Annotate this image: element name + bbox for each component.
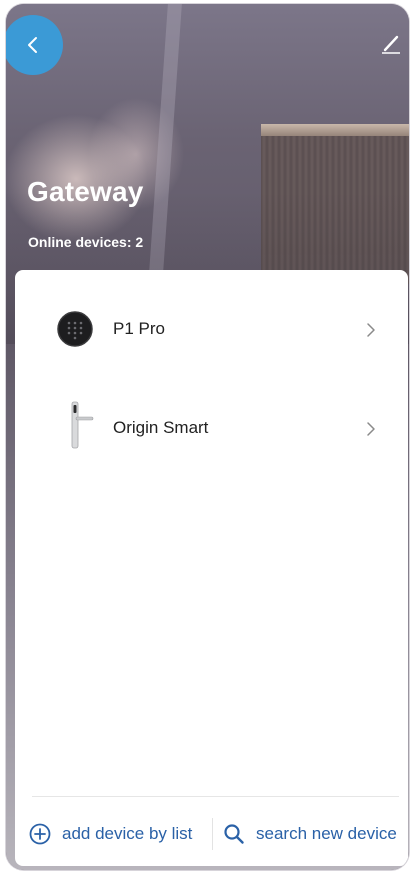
add-device-by-list-button[interactable]: add device by list [29,823,192,845]
page-title: Gateway [27,176,144,207]
keypad-device-icon [57,311,93,347]
device-row-origin-smart[interactable]: Origin Smart [15,394,408,464]
search-new-device-label: search new device [256,824,397,843]
search-new-device-button[interactable]: search new device [223,823,397,845]
chevron-left-icon [28,37,37,53]
edit-button[interactable] [379,28,405,58]
search-icon [224,824,244,844]
online-devices-count: Online devices: 2 [28,234,144,250]
door-handle-device-icon [71,401,94,449]
bottom-action-bar: add device by list search new device [15,797,408,866]
chevron-right-icon [367,422,375,436]
device-list-card: P1 Pro Origin Smart add device by list s… [15,270,408,866]
device-name: Origin Smart [113,418,209,437]
add-device-by-list-label: add device by list [62,824,193,843]
pencil-icon [382,35,400,54]
device-name: P1 Pro [113,319,165,338]
action-separator [212,818,213,850]
device-row-p1-pro[interactable]: P1 Pro [15,295,408,365]
plus-circle-icon [29,823,51,845]
chevron-right-icon [367,323,375,337]
phone-screen: Gateway Online devices: 2 P1 Pro Origin … [6,4,409,870]
